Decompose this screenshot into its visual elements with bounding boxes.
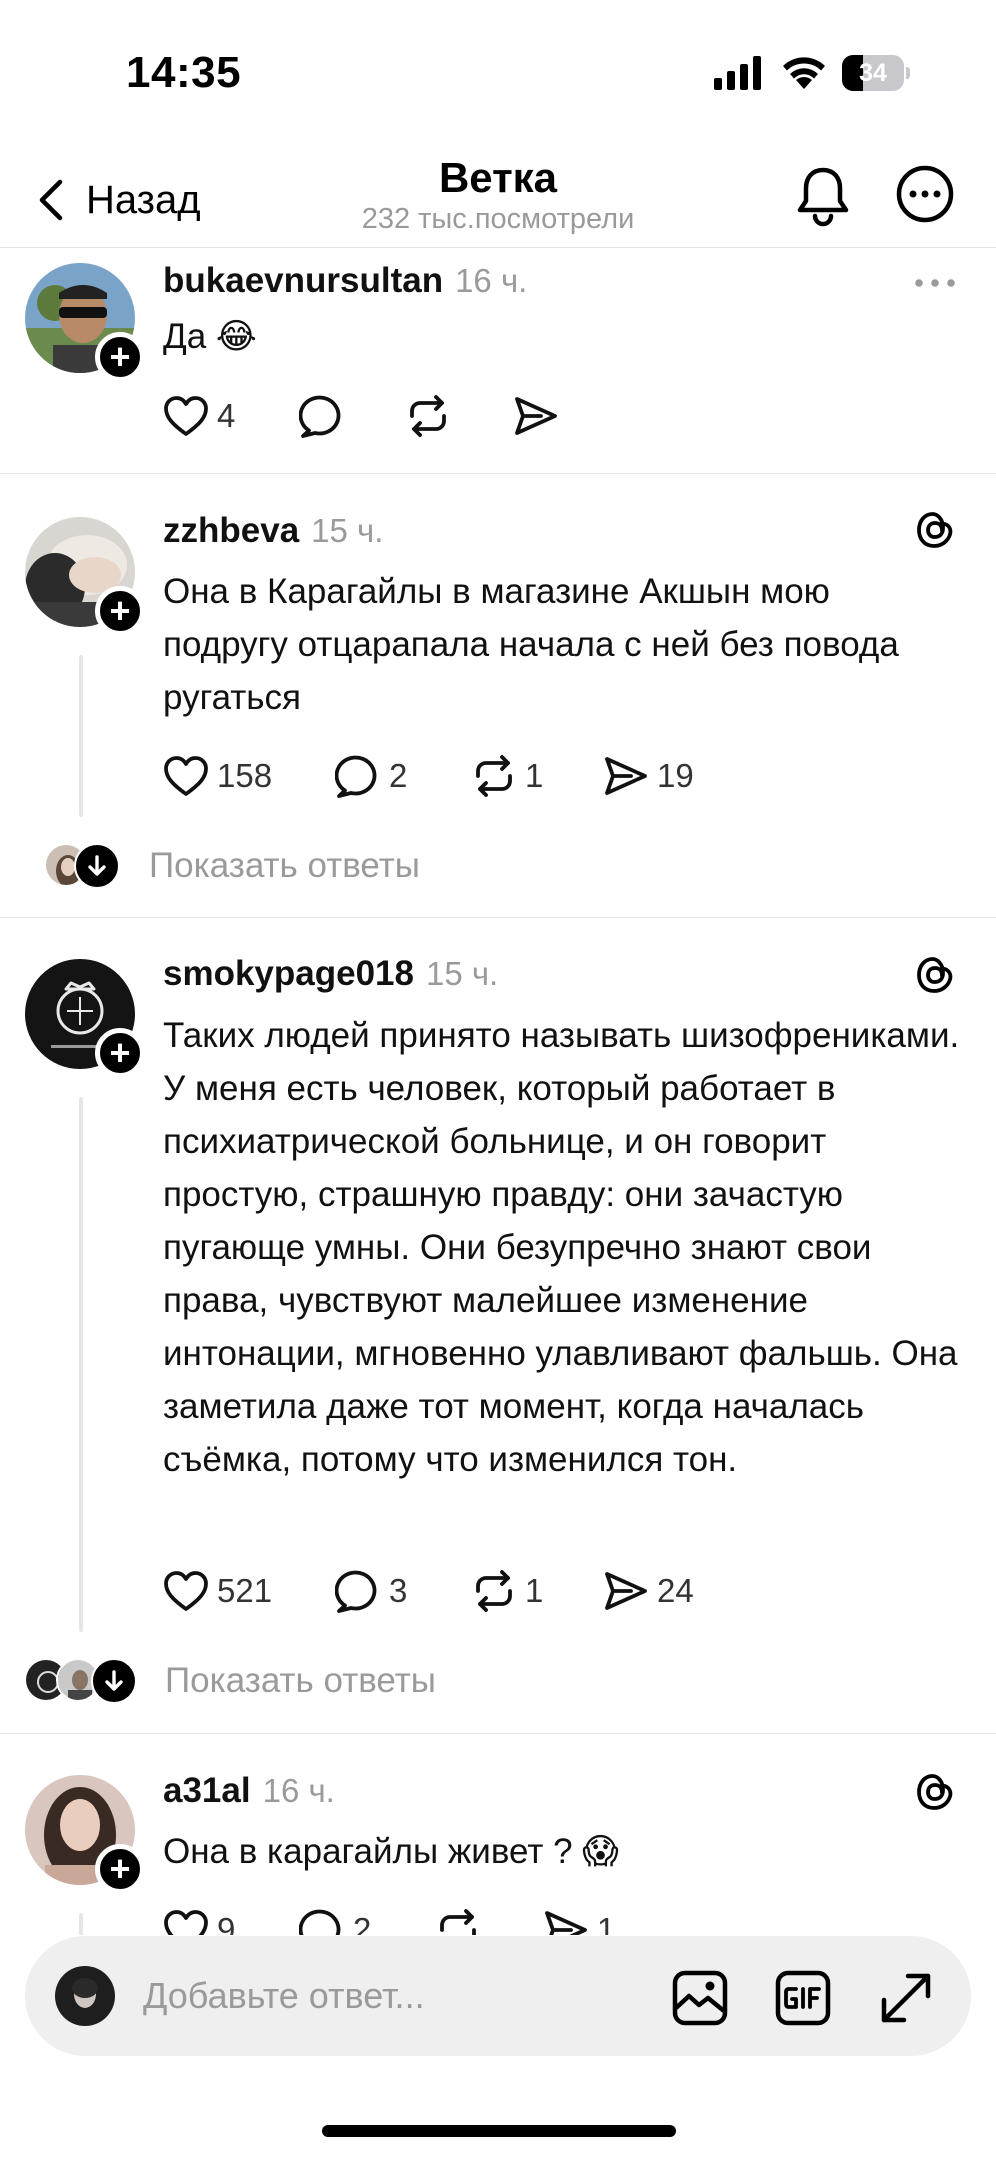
timestamp: 15 ч.: [425, 955, 499, 992]
comment-count: 2: [389, 757, 408, 794]
status-time: 14:35: [126, 48, 242, 97]
follow-button[interactable]: +: [95, 1844, 145, 1894]
like-count: 158: [217, 757, 273, 794]
post-text: Да 😂: [163, 317, 257, 356]
repost-button[interactable]: 1: [471, 751, 543, 801]
repost-button[interactable]: 1: [471, 1566, 543, 1616]
share-button[interactable]: 24: [603, 1566, 694, 1616]
arrow-down-icon: [91, 1658, 137, 1704]
reply-post: + a31al 16 ч. Она в карагайлы живет ? 😱 …: [0, 1735, 996, 1935]
like-count: 4: [217, 397, 236, 434]
comment-button[interactable]: 2: [335, 751, 407, 801]
share-count: 1: [597, 1911, 616, 1935]
post-text: Она в карагайлы живет ? 😱: [163, 1832, 619, 1871]
battery-icon: 34: [842, 55, 910, 91]
username[interactable]: zzhbeva: [163, 511, 299, 551]
reply-post: + bukaevnursultan 16 ч. Да 😂 4: [0, 249, 996, 474]
comment-button[interactable]: 2: [299, 1905, 371, 1935]
threads-icon[interactable]: [913, 953, 957, 997]
more-icon[interactable]: [896, 165, 954, 223]
show-replies-label: Показать ответы: [165, 1661, 436, 1700]
thread-line: [79, 1913, 83, 1935]
show-replies-button[interactable]: Показать ответы: [24, 1656, 504, 1706]
post-menu-icon[interactable]: [912, 273, 958, 293]
comment-icon: [299, 1909, 341, 1935]
like-button[interactable]: 158: [163, 751, 272, 801]
comment-button[interactable]: [299, 391, 353, 441]
comment-count: 2: [353, 1911, 372, 1935]
timestamp: 15 ч.: [311, 512, 384, 549]
repost-icon: [476, 1570, 512, 1612]
bell-icon[interactable]: [795, 164, 851, 228]
comment-icon: [299, 395, 341, 438]
timestamp: 16 ч.: [262, 1772, 335, 1809]
show-replies-label: Показать ответы: [149, 846, 420, 885]
post-text: Она в Карагайлы в магазине Акшын мою под…: [163, 572, 899, 717]
threads-icon[interactable]: [913, 1770, 957, 1814]
share-icon: [605, 757, 647, 795]
share-button[interactable]: [513, 391, 567, 441]
home-indicator[interactable]: [322, 2125, 676, 2137]
reply-composer: [25, 1936, 971, 2056]
timestamp: 16 ч.: [455, 262, 528, 299]
repost-button[interactable]: [435, 1905, 489, 1935]
share-button[interactable]: 19: [603, 751, 694, 801]
like-count: 9: [217, 1911, 236, 1935]
repost-count: 1: [525, 757, 544, 794]
battery-text: 34: [859, 59, 887, 87]
expand-icon[interactable]: [878, 1970, 934, 2026]
follow-button[interactable]: +: [95, 332, 145, 382]
repost-icon: [410, 395, 446, 437]
share-count: 24: [657, 1572, 694, 1609]
show-replies-button[interactable]: Показать ответы: [40, 841, 480, 891]
comment-icon: [335, 1570, 377, 1613]
share-icon: [515, 397, 557, 435]
username[interactable]: bukaevnursultan: [163, 261, 443, 301]
post-text: Таких людей принято называть шизофреника…: [163, 1016, 960, 1479]
heart-icon: [164, 396, 208, 436]
heart-icon: [164, 1910, 208, 1935]
like-button[interactable]: 521: [163, 1566, 272, 1616]
my-avatar: [55, 1966, 115, 2026]
heart-icon: [164, 1571, 208, 1611]
image-icon[interactable]: [672, 1970, 728, 2026]
like-button[interactable]: 9: [163, 1905, 235, 1935]
reply-post: + zzhbeva 15 ч. Она в Карагайлы в магази…: [0, 475, 996, 918]
cellular-signal-icon: [714, 56, 761, 90]
thread-header: Назад Ветка 232 тыс.посмотрели: [0, 140, 996, 248]
status-bar: 14:35 34: [0, 0, 996, 140]
share-count: 19: [657, 757, 694, 794]
comment-count: 3: [389, 1572, 408, 1609]
share-icon: [545, 1911, 587, 1935]
gif-icon[interactable]: [775, 1970, 831, 2026]
share-button[interactable]: 1: [543, 1905, 615, 1935]
repost-count: 1: [525, 1572, 544, 1609]
username[interactable]: smokypage018: [163, 954, 414, 994]
thread-line: [79, 655, 83, 817]
repost-button[interactable]: [405, 391, 459, 441]
repost-icon: [476, 755, 512, 797]
arrow-down-icon: [74, 843, 120, 889]
reply-post: + smokypage018 15 ч. Таких людей принято…: [0, 919, 996, 1734]
thread-line: [79, 1097, 83, 1632]
follow-button[interactable]: +: [95, 586, 145, 636]
repost-icon: [440, 1909, 476, 1935]
comment-button[interactable]: 3: [335, 1566, 407, 1616]
threads-icon[interactable]: [913, 508, 957, 552]
heart-icon: [164, 756, 208, 796]
follow-button[interactable]: +: [95, 1028, 145, 1078]
share-icon: [605, 1572, 647, 1610]
wifi-icon: [783, 57, 825, 89]
comment-icon: [335, 755, 377, 798]
reply-input[interactable]: [143, 1966, 663, 2026]
like-count: 521: [217, 1572, 273, 1609]
like-button[interactable]: 4: [163, 391, 235, 441]
username[interactable]: a31al: [163, 1771, 251, 1811]
